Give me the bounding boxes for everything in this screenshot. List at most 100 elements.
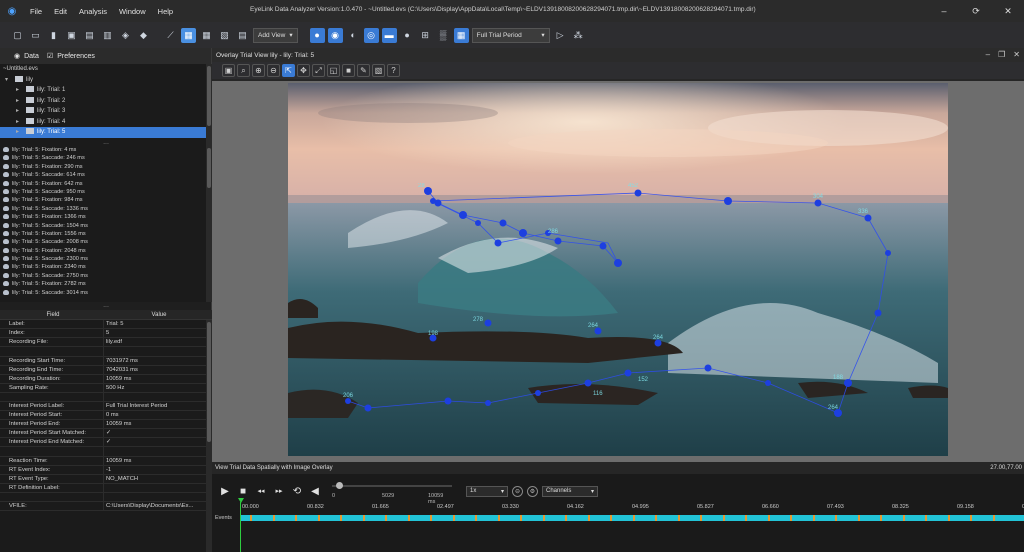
slider-track[interactable] bbox=[332, 485, 452, 487]
property-row[interactable]: Interest Period Start: 0 ms bbox=[0, 411, 212, 421]
sync-icon[interactable]: ⊖ bbox=[512, 485, 523, 497]
saccade-marker[interactable] bbox=[677, 515, 680, 521]
fit-view-icon[interactable]: ▣ bbox=[222, 64, 235, 77]
zoom-out-icon[interactable]: ⊖ bbox=[267, 64, 280, 77]
close-view-icon[interactable]: ✕ bbox=[1013, 50, 1020, 59]
saccade-marker[interactable] bbox=[902, 515, 905, 521]
property-row[interactable]: Label: Trial: 5 bbox=[0, 320, 212, 329]
saccade-marker[interactable] bbox=[542, 515, 545, 521]
event-list-item[interactable]: lily: Trial: 5: Fixation: 1556 ms bbox=[0, 230, 212, 238]
property-row[interactable]: VFILE: C:\Users\Display\Documents\Ex... bbox=[0, 502, 212, 512]
blink-filter-icon[interactable]: ◎ bbox=[363, 27, 379, 43]
splitter-handle[interactable]: ... bbox=[0, 302, 212, 309]
saccade-marker[interactable] bbox=[452, 515, 455, 521]
channels-dropdown[interactable]: Channels ▾ bbox=[542, 485, 598, 497]
event-list-item[interactable]: lily: Trial: 5: Saccade: 1504 ms bbox=[0, 222, 212, 230]
scroll-thumb[interactable] bbox=[207, 66, 211, 126]
event-list-item[interactable]: lily: Trial: 5: Saccade: 950 ms bbox=[0, 188, 212, 196]
saccade-marker[interactable] bbox=[497, 515, 500, 521]
restore-button[interactable]: ⟳ bbox=[960, 0, 992, 22]
property-row[interactable] bbox=[0, 492, 212, 503]
saccade-filter-icon[interactable]: ◉ bbox=[327, 27, 343, 43]
minimize-button[interactable]: – bbox=[928, 0, 960, 22]
events-bar[interactable] bbox=[240, 515, 1024, 521]
saccade-marker[interactable] bbox=[475, 515, 477, 521]
message-filter-icon[interactable]: ▬ bbox=[381, 27, 397, 43]
tree-item-trial-selected[interactable]: ▸ lily: Trial: 5 bbox=[0, 127, 212, 138]
property-row[interactable]: Recording Start Time: 7031972 ms bbox=[0, 356, 212, 366]
run-icon[interactable]: ▷ bbox=[553, 28, 568, 43]
rect-icon[interactable]: ■ bbox=[342, 64, 355, 77]
period-dropdown[interactable]: Full Trial Period ▾ bbox=[471, 27, 550, 43]
menu-file[interactable]: File bbox=[24, 7, 48, 16]
menu-window[interactable]: Window bbox=[113, 7, 152, 16]
grid-toggle-icon[interactable]: ▦ bbox=[453, 27, 469, 43]
saccade-marker[interactable] bbox=[970, 515, 972, 521]
saccade-marker[interactable] bbox=[407, 515, 410, 521]
property-row[interactable]: Interest Period End: 10059 ms bbox=[0, 420, 212, 430]
property-row[interactable]: Recording File: lily.edf bbox=[0, 338, 212, 347]
step-forward-icon[interactable]: ▸▸ bbox=[272, 484, 286, 498]
draw-icon[interactable]: ✎ bbox=[357, 64, 370, 77]
event-list-item[interactable]: lily: Trial: 5: Fixation: 642 ms bbox=[0, 180, 212, 188]
slider-knob[interactable] bbox=[336, 482, 343, 489]
play-icon[interactable]: ▶ bbox=[218, 484, 232, 498]
event-list-item[interactable]: lily: Trial: 5: Saccade: 614 ms bbox=[0, 171, 212, 179]
saccade-marker[interactable] bbox=[250, 515, 252, 521]
package-icon[interactable]: ◆ bbox=[136, 28, 151, 43]
event-list-item[interactable]: lily: Trial: 5: Fixation: 1366 ms bbox=[0, 213, 212, 221]
event-list-item[interactable]: lily: Trial: 5: Saccade: 2750 ms bbox=[0, 272, 212, 280]
saccade-marker[interactable] bbox=[992, 515, 995, 521]
property-row[interactable]: RT Event Index: -1 bbox=[0, 465, 212, 475]
property-row[interactable]: RT Event Type: NO_MATCH bbox=[0, 474, 212, 484]
playhead[interactable] bbox=[240, 502, 241, 552]
saccade-marker[interactable] bbox=[430, 515, 432, 521]
zoom-in-icon[interactable]: ⊕ bbox=[252, 64, 265, 77]
image-icon[interactable]: ▧ bbox=[372, 64, 385, 77]
tab-data[interactable]: ◉ Data bbox=[14, 52, 39, 61]
save-all-icon[interactable]: ▤ bbox=[82, 28, 97, 43]
menu-help[interactable]: Help bbox=[152, 7, 179, 16]
property-row[interactable] bbox=[0, 392, 212, 403]
event-list-item[interactable]: lily: Trial: 5: Fixation: 2340 ms bbox=[0, 263, 212, 271]
saccade-marker[interactable] bbox=[835, 515, 837, 521]
close-button[interactable]: ✕ bbox=[992, 0, 1024, 22]
saccade-marker[interactable] bbox=[362, 515, 365, 521]
saccade-marker[interactable] bbox=[767, 515, 770, 521]
layers-icon[interactable]: ▒ bbox=[436, 28, 451, 43]
add-view-dropdown[interactable]: Add View ▾ bbox=[253, 27, 298, 43]
saccade-marker[interactable] bbox=[520, 515, 522, 521]
saccade-marker[interactable] bbox=[340, 515, 342, 521]
help-icon[interactable]: ? bbox=[387, 64, 400, 77]
delete-icon[interactable]: ▮ bbox=[46, 28, 61, 43]
fixation-filter-icon[interactable]: ● bbox=[309, 27, 325, 43]
shape-icon[interactable]: ◱ bbox=[327, 64, 340, 77]
step-back-icon[interactable]: ◂◂ bbox=[254, 484, 268, 498]
saccade-marker[interactable] bbox=[295, 515, 297, 521]
saccade-marker[interactable] bbox=[272, 515, 275, 521]
menu-analysis[interactable]: Analysis bbox=[73, 7, 113, 16]
playhead-handle[interactable] bbox=[238, 498, 244, 503]
overlay-view-icon[interactable]: ▦ bbox=[181, 27, 196, 43]
tree-item-trial[interactable]: ▸ lily: Trial: 2 bbox=[0, 96, 212, 107]
zoom-icon[interactable]: ⌕ bbox=[237, 64, 250, 77]
saccade-marker[interactable] bbox=[790, 515, 792, 521]
tab-preferences[interactable]: ☑ Preferences bbox=[47, 52, 95, 61]
saccade-marker[interactable] bbox=[385, 515, 387, 521]
eye-icon[interactable]: ◐ bbox=[346, 28, 361, 43]
saccade-marker[interactable] bbox=[587, 515, 590, 521]
split-view-icon[interactable]: ▧ bbox=[217, 28, 232, 43]
select-tool-icon[interactable]: ⇱ bbox=[282, 64, 295, 77]
property-row[interactable]: Interest Period Start Matched: ✓ bbox=[0, 429, 212, 439]
event-list-item[interactable]: lily: Trial: 5: Fixation: 2048 ms bbox=[0, 247, 212, 255]
settings-icon[interactable]: ⚙ bbox=[527, 485, 538, 497]
new-file-icon[interactable]: ▢ bbox=[10, 28, 25, 43]
export-icon[interactable]: ▥ bbox=[100, 28, 115, 43]
saccade-marker[interactable] bbox=[925, 515, 927, 521]
stop-icon[interactable]: ■ bbox=[236, 484, 250, 498]
saccade-marker[interactable] bbox=[610, 515, 612, 521]
property-row[interactable] bbox=[0, 447, 212, 457]
saccade-marker[interactable] bbox=[565, 515, 567, 521]
saccade-marker[interactable] bbox=[812, 515, 815, 521]
tree-root[interactable]: ~Untitled.evs bbox=[0, 64, 212, 75]
